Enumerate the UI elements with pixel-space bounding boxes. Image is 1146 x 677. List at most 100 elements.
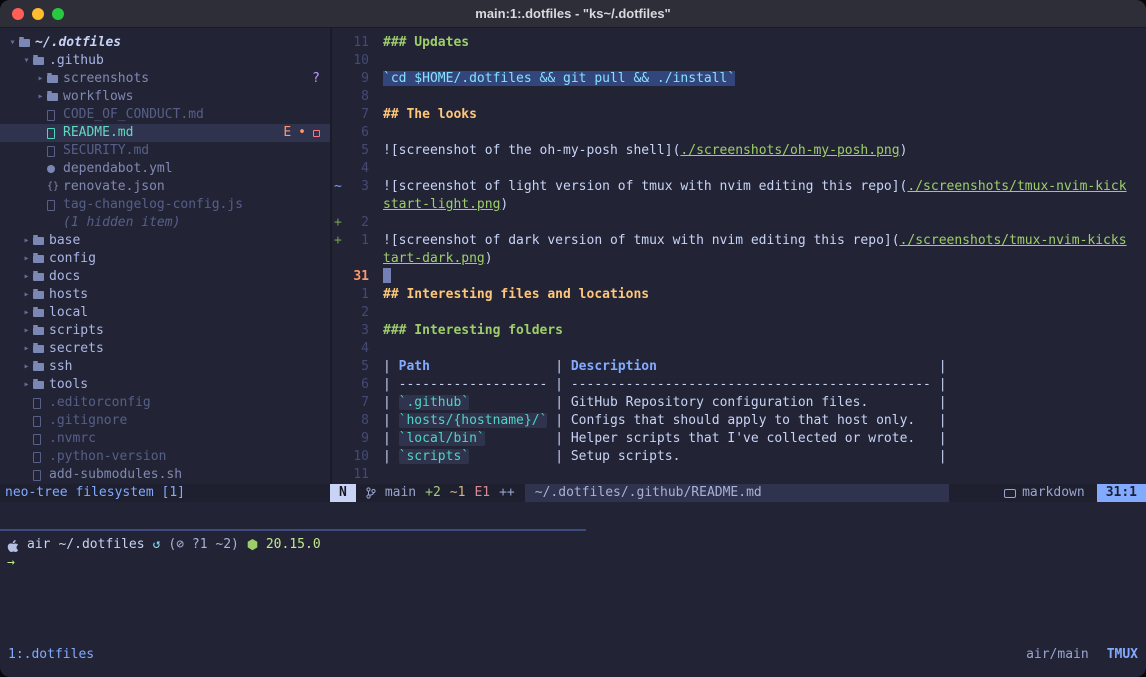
- editor-line[interactable]: 2: [332, 304, 1146, 322]
- editor-line[interactable]: 31: [332, 268, 1146, 286]
- editor-line[interactable]: 10: [332, 52, 1146, 70]
- editor-line[interactable]: 3### Interesting folders: [332, 322, 1146, 340]
- text-segment: `scripts`: [399, 449, 469, 464]
- json-glyph: {}: [47, 178, 59, 196]
- editor-line[interactable]: 11: [332, 466, 1146, 484]
- tree-item[interactable]: ▸screenshots?: [0, 70, 330, 88]
- editor-line[interactable]: 8: [332, 88, 1146, 106]
- git-sign: [332, 286, 345, 304]
- editor-line[interactable]: 9`cd $HOME/.dotfiles && git pull && ./in…: [332, 70, 1146, 88]
- tree-item[interactable]: ▸scripts: [0, 322, 330, 340]
- expander-icon[interactable]: ▸: [20, 286, 33, 304]
- expander-icon[interactable]: ▸: [20, 358, 33, 376]
- tree-item[interactable]: ▸local: [0, 304, 330, 322]
- text-segment: |: [383, 413, 399, 428]
- tree-item[interactable]: (1 hidden item): [0, 214, 330, 232]
- tree-item[interactable]: .python-version: [0, 448, 330, 466]
- text-segment: start-light.png: [383, 197, 500, 212]
- editor-pane[interactable]: 11### Updates 10 9`cd $HOME/.dotfiles &&…: [332, 28, 1146, 484]
- shell-pane[interactable]: air ~/.dotfiles ↺ (⊘ ?1 ~2) 20.15.0 →: [7, 536, 1146, 572]
- tree-item[interactable]: README.mdE•: [0, 124, 330, 142]
- editor-line[interactable]: 5![screenshot of the oh-my-posh shell](.…: [332, 142, 1146, 160]
- folder-glyph: [19, 39, 30, 47]
- expander-icon[interactable]: ▸: [20, 268, 33, 286]
- expander-icon[interactable]: ▸: [34, 88, 47, 106]
- file-icon: [47, 146, 62, 157]
- tree-item[interactable]: ▸ secrets: [0, 340, 330, 358]
- tree-item[interactable]: ▸docs: [0, 268, 330, 286]
- tmux-window-label[interactable]: 1:.dotfiles: [8, 647, 94, 662]
- tree-item[interactable]: ▸ tools: [0, 376, 330, 394]
- editor-line[interactable]: 4: [332, 340, 1146, 358]
- tree-item[interactable]: .nvmrc: [0, 430, 330, 448]
- editor-line[interactable]: 6| ------------------- | ---------------…: [332, 376, 1146, 394]
- shell-input-line[interactable]: →: [7, 554, 1146, 572]
- line-number: [345, 196, 369, 214]
- tree-item[interactable]: ▸ssh: [0, 358, 330, 376]
- expander-icon[interactable]: ▸: [20, 340, 33, 358]
- tree-item-label: secrets: [49, 340, 104, 358]
- editor-line[interactable]: 7| `.github` | GitHub Repository configu…: [332, 394, 1146, 412]
- editor-line[interactable]: +1![screenshot of dark version of tmux w…: [332, 232, 1146, 250]
- tree-item[interactable]: add-submodules.sh: [0, 466, 330, 484]
- tree-item[interactable]: CODE_OF_CONDUCT.md: [0, 106, 330, 124]
- editor-line[interactable]: 8| `hosts/{hostname}/` | Configs that sh…: [332, 412, 1146, 430]
- editor-line[interactable]: 6: [332, 124, 1146, 142]
- expander-icon[interactable]: ▸: [20, 232, 33, 250]
- editor-line[interactable]: 7## The looks: [332, 106, 1146, 124]
- minimize-button[interactable]: [32, 8, 44, 20]
- tree-item[interactable]: ▸hosts: [0, 286, 330, 304]
- tree-item[interactable]: SECURITY.md: [0, 142, 330, 160]
- zoom-button[interactable]: [52, 8, 64, 20]
- dependabot-glyph: [47, 165, 55, 173]
- close-button[interactable]: [12, 8, 24, 20]
- editor-line[interactable]: start-light.png): [332, 196, 1146, 214]
- editor-line[interactable]: 5| Path | Description |: [332, 358, 1146, 376]
- expander-icon[interactable]: ▸: [20, 322, 33, 340]
- editor-line[interactable]: 10| `scripts` | Setup scripts. |: [332, 448, 1146, 466]
- apple-icon: [7, 539, 19, 552]
- tree-item[interactable]: ▾~/.dotfiles: [0, 34, 330, 52]
- git-sign: [332, 358, 345, 376]
- tree-item[interactable]: ▸base: [0, 232, 330, 250]
- expander-icon[interactable]: ▸: [20, 250, 33, 268]
- tree-item[interactable]: {}renovate.json: [0, 178, 330, 196]
- folder-icon: [33, 345, 48, 353]
- line-text: [383, 268, 391, 286]
- tree-item[interactable]: ▸workflows: [0, 88, 330, 106]
- expander-icon[interactable]: ▸: [20, 304, 33, 322]
- editor-line[interactable]: tart-dark.png): [332, 250, 1146, 268]
- diff-changed: ~1: [450, 484, 466, 502]
- tree-item[interactable]: ▾ .github: [0, 52, 330, 70]
- editor-line[interactable]: +2: [332, 214, 1146, 232]
- window-title: main:1:.dotfiles - "ks~/.dotfiles": [475, 6, 670, 21]
- tree-item[interactable]: dependabot.yml: [0, 160, 330, 178]
- line-text: `cd $HOME/.dotfiles && git pull && ./ins…: [383, 70, 735, 88]
- editor-line[interactable]: ~3![screenshot of light version of tmux …: [332, 178, 1146, 196]
- tree-item[interactable]: .gitignore: [0, 412, 330, 430]
- line-number: 5: [345, 142, 369, 160]
- folder-glyph: [33, 255, 44, 263]
- tmux-pane-border[interactable]: [0, 529, 586, 531]
- file-glyph: [47, 128, 55, 139]
- expander-icon[interactable]: ▸: [20, 376, 33, 394]
- text-segment: ./screenshots/oh-my-posh.png: [680, 143, 899, 158]
- expander-icon[interactable]: ▾: [20, 52, 33, 70]
- tree-item[interactable]: .editorconfig: [0, 394, 330, 412]
- expander-icon[interactable]: ▾: [6, 34, 19, 52]
- hostname: air: [27, 536, 50, 554]
- tree-item[interactable]: ▸config: [0, 250, 330, 268]
- markdown-icon: [1004, 489, 1016, 498]
- editor-line[interactable]: 4: [332, 160, 1146, 178]
- editor-line[interactable]: 9| `local/bin` | Helper scripts that I'v…: [332, 430, 1146, 448]
- expander-icon[interactable]: ▸: [34, 70, 47, 88]
- tree-item-label: tools: [49, 376, 88, 394]
- editor-line[interactable]: 11### Updates: [332, 34, 1146, 52]
- folder-icon: [33, 237, 48, 245]
- editor-line[interactable]: 1## Interesting files and locations: [332, 286, 1146, 304]
- tree-item[interactable]: tag-changelog-config.js: [0, 196, 330, 214]
- tree-item-label: renovate.json: [63, 178, 165, 196]
- text-segment: ## The looks: [383, 107, 477, 122]
- tree-item-label: .github: [49, 52, 104, 70]
- file-icon: [33, 452, 48, 463]
